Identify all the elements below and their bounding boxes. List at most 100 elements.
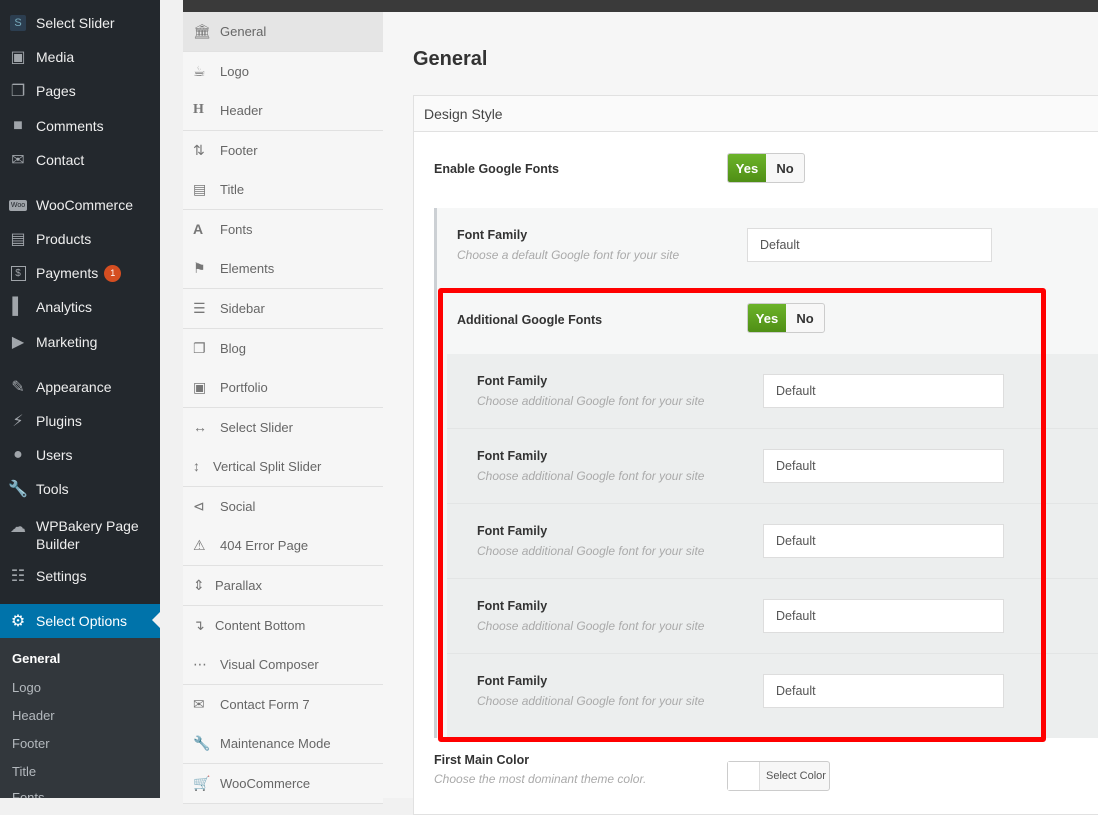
notification-badge: 1 [104,264,122,282]
select-slider-icon: S [8,13,28,33]
menu-item-appearance[interactable]: ✎ Appearance [0,370,160,404]
nav-maintenance-mode[interactable]: 🔧 Maintenance Mode [183,724,383,764]
nav-label: Visual Composer [220,656,319,672]
color-swatch [728,762,760,790]
comments-icon: ■ [13,117,23,134]
menu-label: Products [36,231,92,247]
nav-label: Vertical Split Slider [213,458,322,474]
nav-label: WooCommerce [220,775,311,791]
options-navigation: 🏛 General ☕ Logo H Header ⇅ Footer ▤ Title AF… [183,12,383,804]
cart-icon: 🛒 [193,774,211,791]
menu-label: WooCommerce [36,197,133,213]
nav-label: Elements [220,260,275,276]
menu-label: Users [36,447,73,463]
nav-label: Maintenance Mode [220,735,331,751]
menu-item-media[interactable]: ▣ Media [0,40,160,74]
menu-item-select-options[interactable]: ⚙ Select Options [0,604,160,638]
nav-sidebar[interactable]: ☰ Sidebar [183,289,383,329]
menu-item-plugins[interactable]: ⚡ Plugins [0,404,160,438]
font-family-input[interactable]: Default [763,374,1004,408]
menu-label: Marketing [36,334,98,350]
font-family-description: Choose additional Google font for your s… [477,469,705,483]
submenu-footer[interactable]: Footer [0,732,160,756]
font-family-input[interactable]: Default [763,674,1004,708]
nav-logo[interactable]: ☕ Logo [183,52,383,92]
share-icon: ⊲ [193,497,205,514]
font-family-description: Choose additional Google font for your s… [477,394,705,408]
nav-portfolio[interactable]: ▣ Portfolio [183,368,383,408]
menu-item-marketing[interactable]: ▶ Marketing [0,325,160,359]
warning-icon: ⚠ [193,536,206,553]
nav-select-slider[interactable]: ↔ Select Slider [183,408,383,448]
gear-icon: ⚙ [10,613,26,630]
wrench-icon: 🔧 [8,481,28,498]
toggle-yes[interactable]: Yes [728,154,766,182]
page-title: General [413,48,488,70]
envelope-icon: ✉ [193,695,205,712]
toggle-yes[interactable]: Yes [748,304,786,332]
menu-item-contact[interactable]: ✉ Contact [0,143,160,177]
font-family-input[interactable]: Default [763,449,1004,483]
header-icon: H [193,102,204,118]
menu-item-settings[interactable]: ☷ Settings [0,559,160,593]
font-family-label: Font Family [477,374,548,388]
nav-label: Title [220,181,245,197]
nav-header[interactable]: H Header [183,91,383,131]
additional-google-fonts-toggle[interactable]: Yes No [747,303,825,333]
font-family-input[interactable]: Default [747,228,992,262]
nav-label: Sidebar [220,300,265,316]
submenu-general[interactable]: General [0,647,160,671]
font-family-input[interactable]: Default [763,599,1004,633]
font-family-label: Font Family [477,674,548,688]
font-family-label: Font Family [477,599,548,613]
main-content: General Design Style Enable Google Fonts… [383,12,1098,815]
nav-parallax[interactable]: ⇕ Parallax [183,566,383,606]
nav-blog[interactable]: ❐ Blog [183,329,383,369]
menu-label: Plugins [36,413,82,429]
nav-contact-form-7[interactable]: ✉ Contact Form 7 [183,685,383,725]
wp-admin-sidebar: S Select Slider ▣ Media ❐ Pages ■ Commen… [0,0,160,798]
google-fonts-subgroup: Font Family Choose a default Google font… [434,208,1098,738]
menu-item-users[interactable]: ● Users [0,438,160,472]
title-icon: ▤ [193,180,207,197]
menu-item-woocommerce[interactable]: Woo WooCommerce [0,188,160,222]
enable-google-fonts-label: Enable Google Fonts [434,162,560,176]
menu-item-select-slider[interactable]: S Select Slider [0,6,160,40]
nav-elements[interactable]: ⚑ Elements [183,249,383,289]
nav-footer[interactable]: ⇅ Footer [183,131,383,171]
select-color-label: Select Color [766,770,826,782]
nav-social[interactable]: ⊲ Social [183,487,383,527]
font-family-description: Choose a default Google font for your si… [457,248,680,262]
menu-item-pages[interactable]: ❐ Pages [0,74,160,108]
nav-label: Blog [220,340,247,356]
menu-item-products[interactable]: ▤ Products [0,222,160,256]
nav-vertical-split-slider[interactable]: ↕ Vertical Split Slider [183,447,383,487]
submenu-title[interactable]: Title [0,760,160,784]
select-color-button[interactable]: Select Color [727,761,830,791]
menu-item-wpbakery[interactable]: ☁ WPBakery Page Builder [0,515,160,555]
nav-general[interactable]: 🏛 General [183,12,383,52]
menu-item-payments[interactable]: $ Payments 1 [0,256,160,290]
nav-content-bottom[interactable]: ↴ Content Bottom [183,606,383,646]
font-family-input[interactable]: Default [763,524,1004,558]
menu-label: Tools [36,481,69,497]
bank-icon: 🏛 [193,22,211,39]
submenu-logo[interactable]: Logo [0,676,160,700]
nav-fonts[interactable]: A Fonts [183,210,383,250]
font-family-description: Choose additional Google font for your s… [477,544,705,558]
nav-title[interactable]: ▤ Title [183,170,383,210]
toggle-no[interactable]: No [766,154,804,182]
menu-item-analytics[interactable]: ▌ Analytics [0,290,160,324]
nav-visual-composer[interactable]: ⋯ Visual Composer [183,645,383,685]
menu-item-tools[interactable]: 🔧 Tools [0,472,160,506]
nav-404-error-page[interactable]: ⚠ 404 Error Page [183,526,383,566]
top-bar [183,0,1098,12]
submenu-header[interactable]: Header [0,704,160,728]
toggle-no[interactable]: No [786,304,824,332]
menu-label: Media [36,49,75,65]
nav-label: Header [220,102,263,118]
mail-icon: ✉ [11,152,25,169]
enable-google-fonts-toggle[interactable]: Yes No [727,153,805,183]
menu-item-comments[interactable]: ■ Comments [0,109,160,143]
submenu-fonts[interactable]: Fonts [0,786,160,798]
